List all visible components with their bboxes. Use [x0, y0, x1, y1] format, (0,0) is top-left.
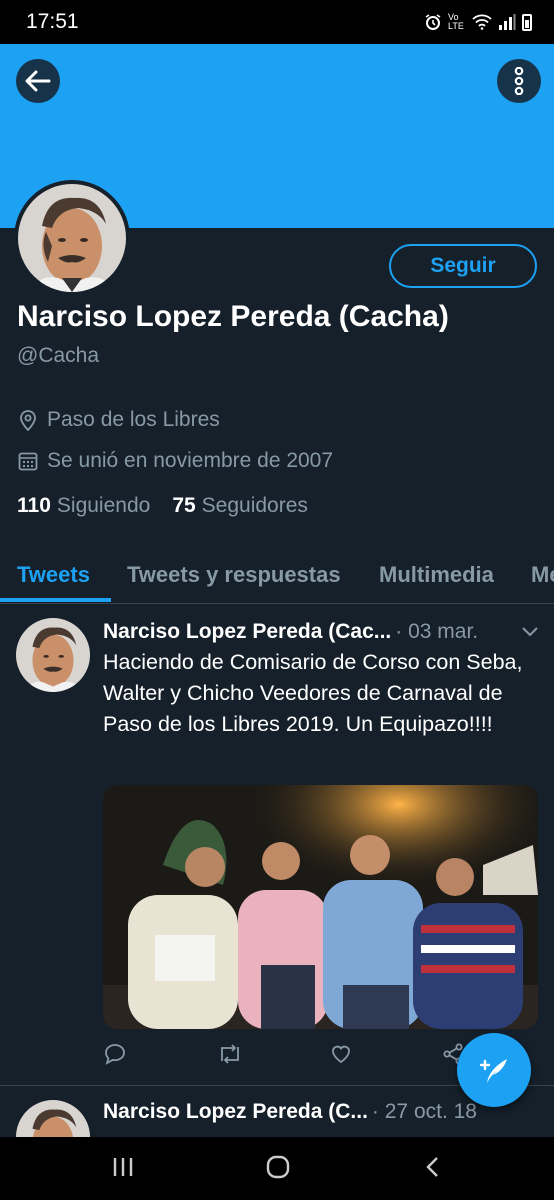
followers-count: 75 [172, 494, 196, 517]
retweet-icon[interactable] [217, 1042, 243, 1066]
status-time: 17:51 [26, 10, 79, 33]
home-icon[interactable] [265, 1155, 291, 1179]
tweet-header: Narciso Lopez Pereda (Cac... · 03 mar. [103, 620, 478, 644]
tweet-author[interactable]: Narciso Lopez Pereda (C... [103, 1100, 368, 1124]
following-count: 110 [17, 494, 51, 517]
tweet-date: · 03 mar. [395, 620, 479, 643]
avatar-photo [18, 184, 126, 292]
tab-tweets[interactable]: Tweets [17, 546, 90, 603]
followers-label: Seguidores [201, 494, 308, 517]
following-label: Siguiendo [56, 494, 151, 517]
battery-icon [522, 13, 532, 31]
compose-tweet-icon [479, 1059, 507, 1083]
active-tab-indicator [0, 598, 111, 602]
location-pin-icon [20, 410, 36, 431]
tab-tweets-replies[interactable]: Tweets y respuestas [127, 546, 341, 603]
more-options-button[interactable] [497, 59, 541, 103]
alarm-icon [425, 14, 441, 30]
follow-button[interactable]: Seguir [389, 244, 537, 288]
profile-joined: Se unió en noviembre de 2007 [18, 449, 333, 473]
following-link[interactable]: 110 Siguiendo [17, 494, 150, 518]
tweet-header: Narciso Lopez Pereda (C... · 27 oct. 18 [103, 1100, 477, 1124]
calendar-icon [18, 452, 38, 471]
signal-icon [499, 14, 516, 30]
tweet-actions [103, 1042, 473, 1072]
tweet-photo-image [103, 785, 538, 1029]
tweet-avatar[interactable] [16, 618, 90, 692]
tweet-text: Haciendo de Comisario de Corso con Seba,… [103, 650, 523, 736]
followers-link[interactable]: 75 Seguidores [172, 494, 308, 518]
tweet-date: · 27 oct. 18 [371, 1100, 477, 1123]
tab-media[interactable]: Multimedia [379, 546, 494, 603]
joined-text: Se unió en noviembre de 2007 [47, 449, 334, 472]
arrow-left-icon [25, 70, 51, 92]
profile-handle: @Cacha [17, 344, 100, 367]
status-bar: 17:51 Vo LTE [0, 0, 554, 44]
compose-tweet-button[interactable] [457, 1033, 531, 1107]
location-text: Paso de los Libres [47, 408, 220, 431]
follow-stats: 110 Siguiendo 75 Seguidores [17, 494, 308, 518]
chevron-down-icon[interactable] [521, 626, 539, 638]
profile-location: Paso de los Libres [18, 408, 220, 432]
profile-avatar[interactable] [14, 180, 130, 296]
recent-apps-icon[interactable] [111, 1155, 135, 1179]
back-nav-icon[interactable] [424, 1155, 442, 1179]
status-icons: Vo LTE [424, 13, 532, 31]
more-vertical-icon [514, 67, 524, 95]
profile-tabs: Tweets Tweets y respuestas Multimedia Me [0, 546, 554, 604]
reply-icon[interactable] [103, 1042, 127, 1066]
profile-name: Narciso Lopez Pereda (Cacha) [17, 300, 449, 333]
system-nav-bar [0, 1137, 554, 1200]
tab-likes[interactable]: Me [531, 546, 554, 603]
tweet-author[interactable]: Narciso Lopez Pereda (Cac... [103, 620, 391, 644]
tweet-photo[interactable] [103, 785, 538, 1029]
network-type-label: Vo LTE [448, 12, 464, 31]
wifi-icon [472, 14, 492, 30]
avatar-photo [16, 618, 90, 692]
heart-icon[interactable] [329, 1042, 353, 1066]
back-button[interactable] [16, 59, 60, 103]
